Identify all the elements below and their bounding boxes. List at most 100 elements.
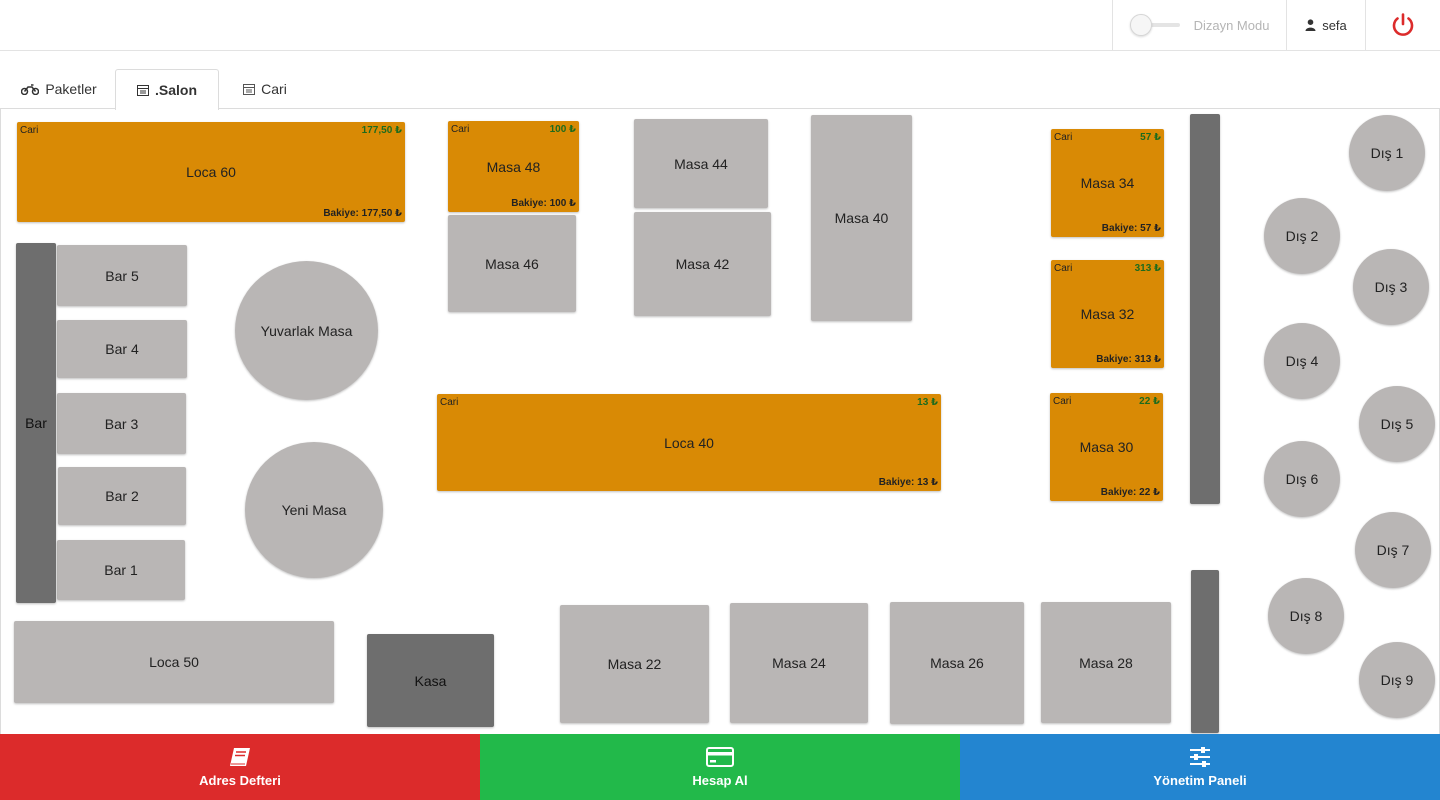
table-masa-28[interactable]: Masa 28 — [1041, 602, 1171, 723]
address-book-label: Adres Defteri — [199, 772, 281, 788]
table-loca-60[interactable]: Cari 177,50 ₺ Loca 60 Bakiye: 177,50 ₺ — [17, 122, 405, 222]
cari-label: Cari — [440, 397, 459, 408]
table-bar-1[interactable]: Bar 1 — [57, 540, 185, 600]
table-bar-5[interactable]: Bar 5 — [57, 245, 187, 306]
top-bar: Dizayn Modu sefa — [0, 0, 1440, 51]
table-dis-1[interactable]: Dış 1 — [1349, 115, 1425, 191]
table-icon — [136, 84, 149, 96]
table-name: Masa 26 — [930, 655, 984, 671]
table-loca-40[interactable]: Cari 13 ₺ Loca 40 Bakiye: 13 ₺ — [437, 394, 941, 491]
address-book-button[interactable]: Adres Defteri — [0, 734, 480, 800]
table-amount: 100 ₺ — [549, 124, 576, 135]
cari-label: Cari — [20, 125, 39, 136]
table-name: Masa 24 — [772, 655, 826, 671]
table-name: Masa 34 — [1080, 175, 1135, 191]
logout-button[interactable] — [1365, 0, 1440, 50]
table-masa-48[interactable]: Cari 100 ₺ Masa 48 Bakiye: 100 ₺ — [448, 121, 579, 212]
table-masa-24[interactable]: Masa 24 — [730, 603, 868, 723]
table-bar-2[interactable]: Bar 2 — [58, 467, 186, 525]
table-masa-46[interactable]: Masa 46 — [448, 215, 576, 312]
table-balance: Bakiye: 313 ₺ — [1096, 354, 1161, 365]
table-balance: Bakiye: 57 ₺ — [1101, 223, 1161, 234]
table-name: Masa 44 — [674, 155, 728, 172]
table-dis-3[interactable]: Dış 3 — [1353, 249, 1429, 325]
table-balance: Bakiye: 22 ₺ — [1100, 487, 1160, 498]
table-name: Yeni Masa — [281, 502, 347, 518]
table-dis-4[interactable]: Dış 4 — [1264, 323, 1340, 399]
credit-card-icon — [706, 746, 734, 767]
table-masa-40[interactable]: Masa 40 — [811, 115, 912, 321]
user-menu[interactable]: sefa — [1286, 0, 1365, 50]
table-name: Masa 46 — [485, 255, 539, 272]
table-icon — [243, 83, 256, 95]
table-dis-6[interactable]: Dış 6 — [1264, 441, 1340, 517]
wall-divider — [1190, 114, 1220, 504]
table-masa-44[interactable]: Masa 44 — [634, 119, 768, 208]
tab-salon[interactable]: .Salon — [115, 69, 219, 110]
table-name: Bar 4 — [105, 341, 139, 357]
table-bar-3[interactable]: Bar 3 — [57, 393, 186, 454]
cari-label: Cari — [1054, 132, 1073, 143]
tab-cari[interactable]: Cari — [230, 69, 300, 109]
table-masa-34[interactable]: Cari 57 ₺ Masa 34 Bakiye: 57 ₺ — [1051, 129, 1164, 237]
table-amount: 13 ₺ — [917, 397, 938, 408]
table-name: Loca 40 — [664, 434, 714, 451]
table-name: Dış 1 — [1370, 145, 1404, 161]
table-name: Dış 9 — [1380, 672, 1414, 688]
design-mode-toggle[interactable] — [1129, 14, 1180, 36]
cari-label: Cari — [1053, 396, 1072, 407]
checkout-button[interactable]: Hesap Al — [480, 734, 960, 800]
table-name: Bar 2 — [105, 488, 139, 504]
table-name: Dış 8 — [1289, 608, 1323, 624]
tab-cari-label: Cari — [261, 81, 287, 97]
sliders-icon — [1190, 746, 1210, 767]
table-name: Masa 28 — [1079, 654, 1133, 671]
table-name: Dış 7 — [1376, 542, 1410, 558]
table-yuvarlak-masa[interactable]: Yuvarlak Masa — [235, 261, 378, 400]
table-name: Masa 32 — [1080, 306, 1135, 322]
user-icon — [1305, 19, 1316, 31]
table-masa-42[interactable]: Masa 42 — [634, 212, 771, 316]
table-name: Yuvarlak Masa — [260, 322, 353, 339]
tab-salon-label: .Salon — [154, 82, 197, 98]
table-name: Dış 5 — [1380, 416, 1414, 432]
table-name: Bar — [25, 415, 47, 431]
table-masa-30[interactable]: Cari 22 ₺ Masa 30 Bakiye: 22 ₺ — [1050, 393, 1163, 501]
table-name: Masa 22 — [607, 656, 662, 672]
table-name: Bar 3 — [104, 415, 139, 432]
table-name: Dış 6 — [1285, 471, 1319, 487]
table-name: Dış 2 — [1285, 228, 1319, 244]
table-masa-22[interactable]: Masa 22 — [560, 605, 709, 723]
bar-counter[interactable]: Bar — [16, 243, 56, 603]
table-dis-8[interactable]: Dış 8 — [1268, 578, 1344, 654]
table-amount: 177,50 ₺ — [361, 125, 402, 136]
table-loca-50[interactable]: Loca 50 — [14, 621, 334, 703]
table-dis-9[interactable]: Dış 9 — [1359, 642, 1435, 718]
table-name: Kasa — [414, 672, 447, 689]
table-masa-32[interactable]: Cari 313 ₺ Masa 32 Bakiye: 313 ₺ — [1051, 260, 1164, 368]
table-balance: Bakiye: 13 ₺ — [878, 477, 938, 488]
table-masa-26[interactable]: Masa 26 — [890, 602, 1024, 724]
table-name: Bar 1 — [104, 562, 138, 578]
cashier-desk[interactable]: Kasa — [367, 634, 494, 727]
cari-label: Cari — [451, 124, 470, 135]
table-dis-5[interactable]: Dış 5 — [1359, 386, 1435, 462]
table-dis-7[interactable]: Dış 7 — [1355, 512, 1431, 588]
design-mode-control[interactable]: Dizayn Modu — [1112, 0, 1286, 50]
table-yeni-masa[interactable]: Yeni Masa — [245, 442, 383, 578]
table-name: Dış 4 — [1285, 353, 1319, 369]
book-icon — [230, 747, 250, 766]
table-bar-4[interactable]: Bar 4 — [57, 320, 187, 378]
motorcycle-icon — [21, 83, 40, 95]
admin-panel-button[interactable]: Yönetim Paneli — [960, 734, 1440, 800]
table-name: Bar 5 — [105, 267, 139, 284]
table-dis-2[interactable]: Dış 2 — [1264, 198, 1340, 274]
table-name: Dış 3 — [1374, 279, 1408, 295]
floor-plan: Cari 177,50 ₺ Loca 60 Bakiye: 177,50 ₺ C… — [0, 108, 1440, 734]
table-name: Masa 40 — [834, 210, 889, 226]
tab-paketler[interactable]: Paketler — [14, 69, 104, 109]
cari-label: Cari — [1054, 263, 1073, 274]
checkout-label: Hesap Al — [692, 772, 748, 788]
power-icon — [1392, 13, 1414, 36]
admin-panel-label: Yönetim Paneli — [1153, 772, 1247, 788]
